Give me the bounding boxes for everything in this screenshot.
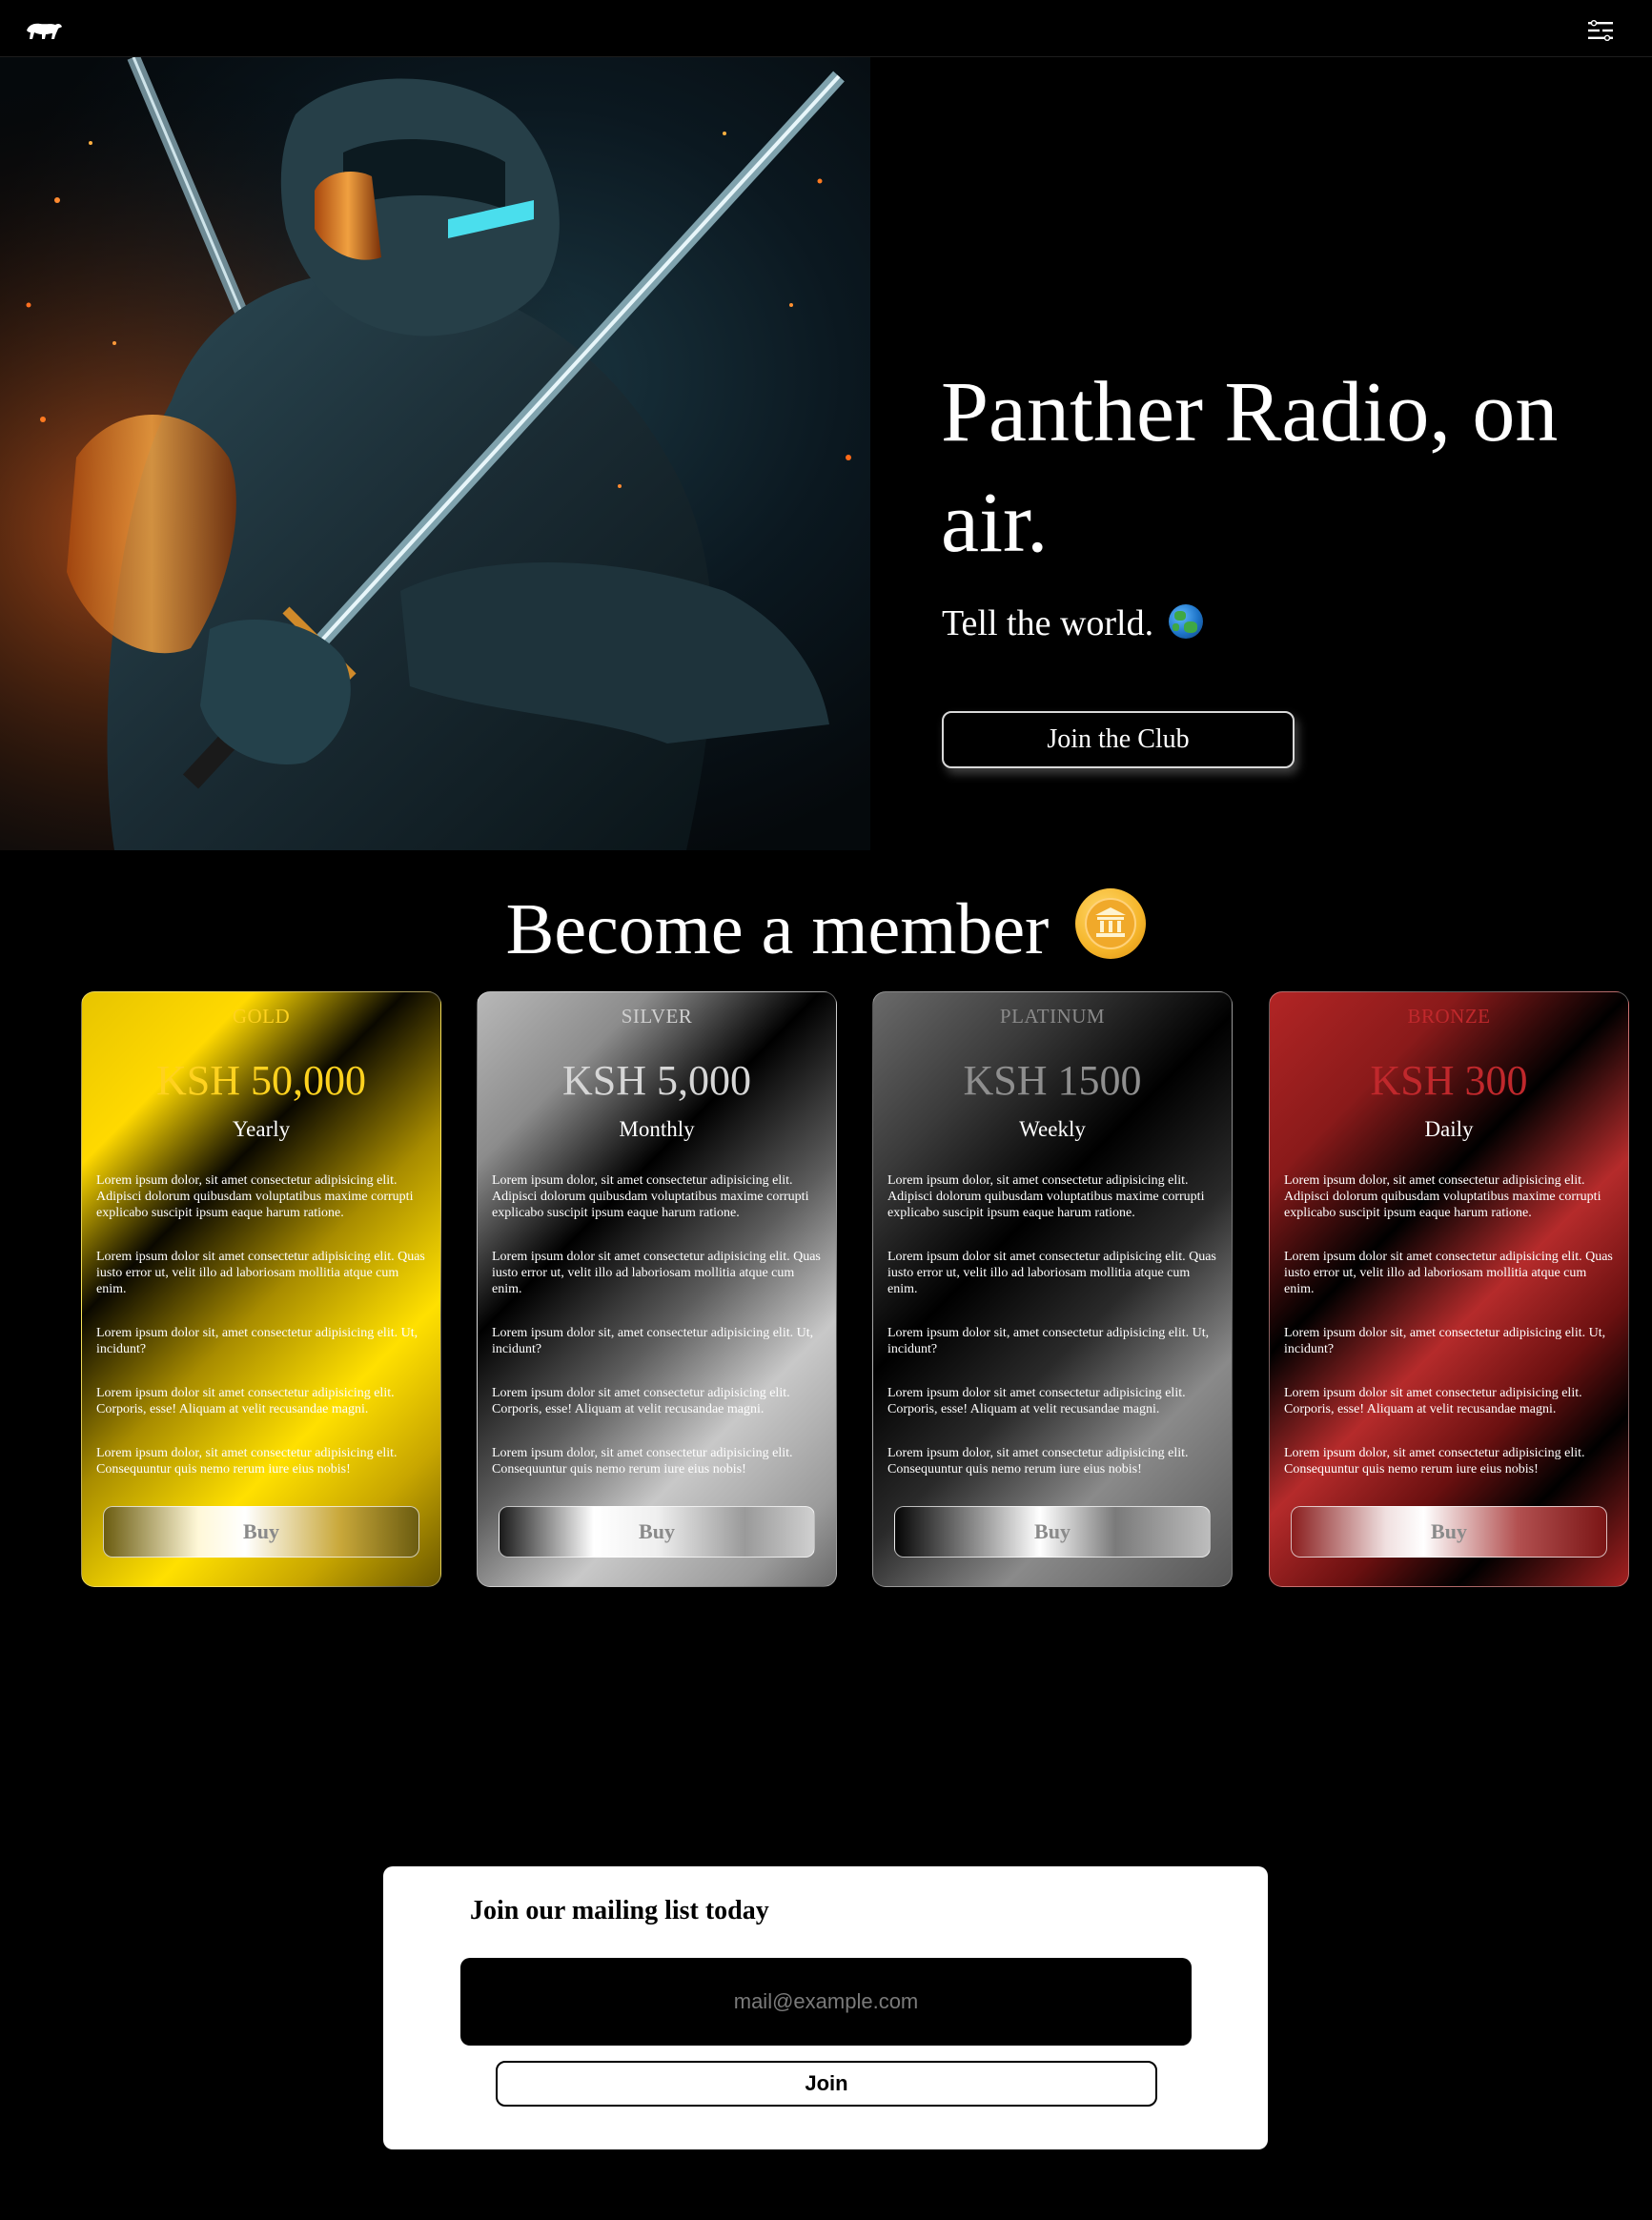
plan-feature: Lorem ipsum dolor, sit amet consectetur … — [492, 1446, 793, 1477]
hero-subtitle: Tell the world. — [942, 602, 1203, 644]
plan-tier: SILVER — [621, 1005, 693, 1028]
plan-feature: Lorem ipsum dolor, sit amet consectetur … — [887, 1173, 1205, 1220]
plan-card-bronze: BRONZE KSH 300 Daily Lorem ipsum dolor, … — [1269, 991, 1629, 1587]
plan-card-silver: SILVER KSH 5,000 Monthly Lorem ipsum dol… — [477, 991, 837, 1587]
membership-title-text: Become a member — [505, 889, 1050, 969]
buy-silver-button[interactable]: Buy — [499, 1506, 815, 1558]
plan-feature: Lorem ipsum dolor sit, amet consectetur … — [492, 1326, 814, 1356]
plan-feature: Lorem ipsum dolor sit amet consectetur a… — [492, 1386, 790, 1416]
plan-price: KSH 1500 — [963, 1057, 1142, 1104]
join-club-button[interactable]: Join the Club — [942, 711, 1295, 768]
globe-icon — [1168, 604, 1203, 639]
plan-feature: Lorem ipsum dolor sit amet consectetur a… — [96, 1250, 425, 1296]
plan-period: Weekly — [1019, 1117, 1086, 1141]
plan-period: Monthly — [619, 1117, 695, 1141]
plan-feature: Lorem ipsum dolor, sit amet consectetur … — [96, 1446, 398, 1477]
plan-tier: BRONZE — [1407, 1005, 1491, 1028]
plan-period: Daily — [1424, 1117, 1474, 1141]
top-nav — [0, 0, 1652, 57]
plan-card-gold: GOLD KSH 50,000 Yearly Lorem ipsum dolor… — [81, 991, 441, 1587]
plan-card-platinum: PLATINUM KSH 1500 Weekly Lorem ipsum dol… — [872, 991, 1233, 1587]
ninja-warrior-image — [0, 57, 870, 850]
plan-feature: Lorem ipsum dolor, sit amet consectetur … — [96, 1173, 414, 1220]
buy-gold-button[interactable]: Buy — [103, 1506, 419, 1558]
plan-price: KSH 300 — [1370, 1057, 1528, 1104]
plan-feature: Lorem ipsum dolor sit, amet consectetur … — [887, 1326, 1210, 1356]
plan-price: KSH 5,000 — [561, 1057, 752, 1104]
buy-bronze-button[interactable]: Buy — [1291, 1506, 1607, 1558]
plan-feature: Lorem ipsum dolor sit, amet consectetur … — [96, 1326, 418, 1356]
menu-icon[interactable] — [1586, 19, 1615, 42]
plan-feature: Lorem ipsum dolor, sit amet consectetur … — [887, 1446, 1189, 1477]
plan-price: KSH 50,000 — [155, 1057, 367, 1104]
panther-logo-icon[interactable] — [25, 17, 63, 42]
hero-title: Panther Radio, on air. — [941, 365, 1559, 570]
plan-feature: Lorem ipsum dolor, sit amet consectetur … — [1284, 1173, 1601, 1220]
mailing-list-title: Join our mailing list today — [470, 1896, 769, 1925]
plan-tier: GOLD — [232, 1005, 291, 1028]
plan-feature: Lorem ipsum dolor sit, amet consectetur … — [1284, 1326, 1606, 1356]
mailing-list-card: Join our mailing list today Join — [383, 1866, 1268, 2149]
buy-platinum-button[interactable]: Buy — [894, 1506, 1211, 1558]
mailing-join-button[interactable]: Join — [496, 2061, 1157, 2107]
plan-feature: Lorem ipsum dolor sit amet consectetur a… — [887, 1250, 1216, 1296]
plan-feature: Lorem ipsum dolor, sit amet consectetur … — [1284, 1446, 1585, 1477]
plan-feature: Lorem ipsum dolor, sit amet consectetur … — [492, 1173, 809, 1220]
hero-subtitle-text: Tell the world. — [942, 603, 1154, 643]
membership-title: Become a member — [0, 886, 1652, 972]
plan-feature: Lorem ipsum dolor sit amet consectetur a… — [96, 1386, 395, 1416]
plan-period: Yearly — [232, 1117, 291, 1141]
plan-feature: Lorem ipsum dolor sit amet consectetur a… — [1284, 1250, 1613, 1296]
bank-coin-icon — [1075, 888, 1147, 959]
plan-tier: PLATINUM — [999, 1005, 1106, 1028]
email-field[interactable] — [460, 1958, 1192, 2046]
plan-feature: Lorem ipsum dolor sit amet consectetur a… — [887, 1386, 1186, 1416]
plan-feature: Lorem ipsum dolor sit amet consectetur a… — [492, 1250, 821, 1296]
plan-feature: Lorem ipsum dolor sit amet consectetur a… — [1284, 1386, 1582, 1416]
